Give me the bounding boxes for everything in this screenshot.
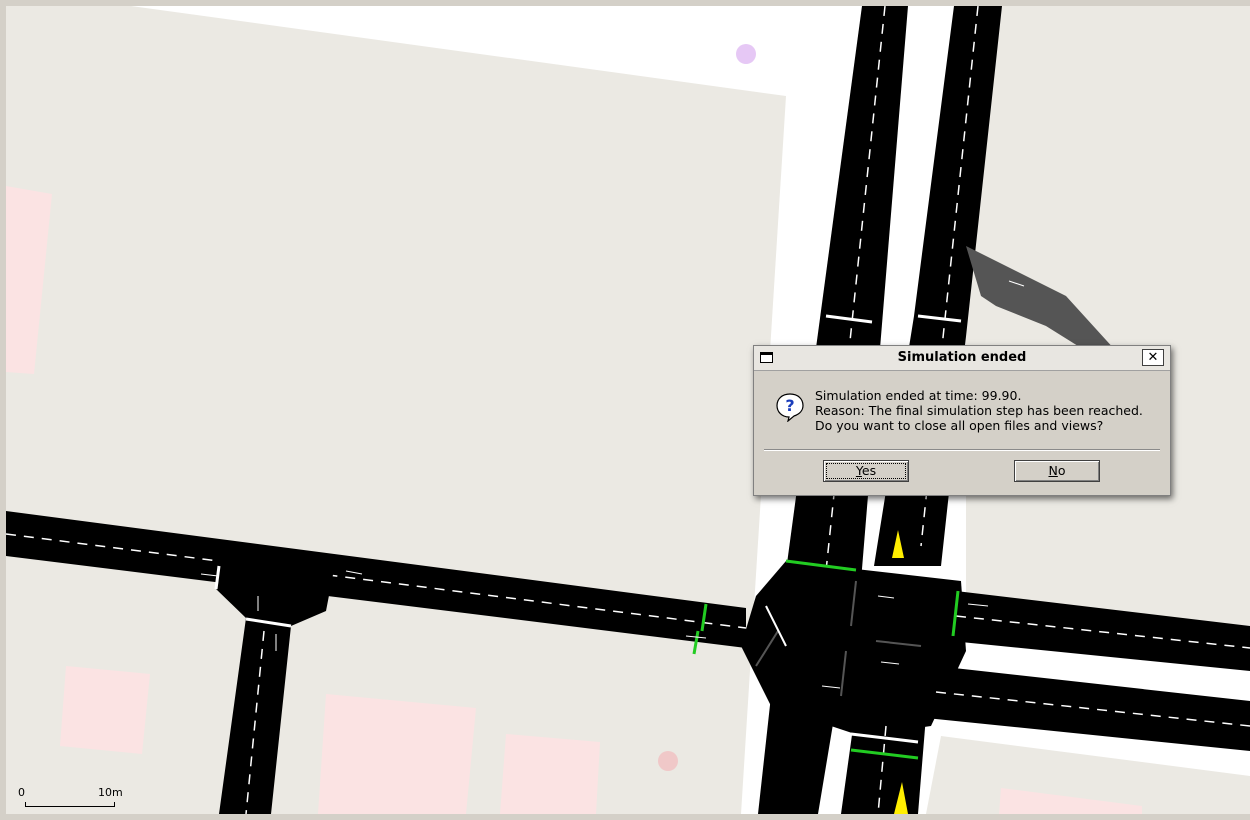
no-mnemonic: N — [1048, 463, 1058, 478]
yes-label-rest: es — [861, 463, 877, 478]
dialog-title: Simulation ended — [897, 350, 1027, 365]
question-icon: ? — [776, 393, 804, 422]
road-south-east[interactable] — [841, 706, 926, 814]
yes-button[interactable]: Yes — [823, 460, 909, 482]
svg-text:?: ? — [785, 396, 794, 415]
scale-distance-label: 10m — [98, 786, 123, 799]
scale-line — [25, 802, 115, 807]
no-label-rest: o — [1057, 463, 1066, 478]
land-area-east — [966, 6, 1250, 626]
poi-marker[interactable] — [658, 751, 678, 771]
scale-zero-label: 0 — [18, 786, 25, 799]
message-line: Simulation ended at time: 99.90. — [815, 388, 1022, 403]
building — [500, 734, 600, 814]
building — [60, 666, 150, 754]
road-south-west[interactable] — [758, 696, 836, 814]
message-line: Do you want to close all open files and … — [815, 418, 1104, 433]
message-line: Reason: The final simulation step has be… — [815, 403, 1143, 418]
simulation-ended-dialog: Simulation ended ✕ ? Simulation ended at… — [753, 345, 1171, 496]
scale-bar: 0 10m — [18, 782, 123, 812]
poi-marker[interactable] — [736, 44, 756, 64]
dialog-message: Simulation ended at time: 99.90. Reason:… — [815, 388, 1143, 433]
no-button[interactable]: No — [1014, 460, 1100, 482]
building — [318, 694, 476, 814]
dialog-separator — [764, 449, 1160, 451]
close-button[interactable]: ✕ — [1142, 349, 1164, 366]
dialog-titlebar[interactable]: Simulation ended ✕ — [754, 346, 1170, 371]
